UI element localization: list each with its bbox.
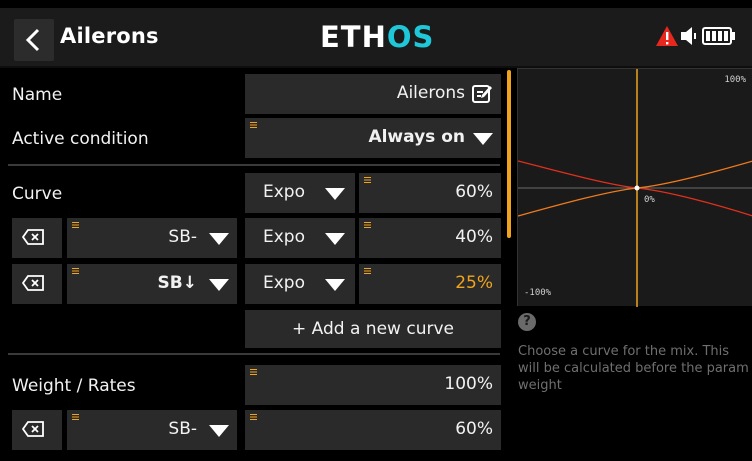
curve-value-field[interactable]: 40% bbox=[359, 218, 501, 258]
clear-button[interactable] bbox=[12, 264, 62, 304]
name-value: Ailerons bbox=[396, 83, 465, 103]
divider bbox=[8, 164, 500, 166]
curve-type-value: Expo bbox=[263, 182, 305, 202]
back-button[interactable] bbox=[14, 19, 54, 61]
screen-title: Ailerons bbox=[60, 24, 159, 48]
curve-value: 60% bbox=[455, 182, 493, 202]
graph-center-label: 0% bbox=[644, 195, 655, 205]
curve-value: 25% bbox=[455, 273, 493, 293]
drag-handle-icon bbox=[72, 222, 79, 228]
weight-value: 60% bbox=[455, 419, 493, 439]
drag-handle-icon bbox=[72, 268, 79, 274]
curve-switch-value: SB- bbox=[168, 227, 197, 247]
curve-type-select[interactable]: Expo bbox=[245, 264, 355, 304]
edit-icon bbox=[472, 85, 492, 103]
clear-icon bbox=[22, 275, 44, 291]
drag-handle-icon bbox=[364, 177, 371, 183]
weight-value-field[interactable]: 100% bbox=[245, 365, 501, 405]
curve-type-value: Expo bbox=[263, 273, 305, 293]
chevron-down-icon bbox=[325, 233, 345, 245]
weight-switch-value: SB- bbox=[168, 419, 197, 439]
drag-handle-icon bbox=[250, 414, 257, 420]
curve-value-field-active[interactable]: 25% bbox=[359, 264, 501, 304]
clear-icon bbox=[22, 229, 44, 245]
chevron-down-icon bbox=[209, 279, 229, 291]
add-curve-button[interactable]: + Add a new curve bbox=[245, 310, 501, 348]
chevron-down-icon bbox=[473, 133, 493, 145]
ethos-logo: ETHOS bbox=[320, 20, 434, 54]
curve-value: 40% bbox=[455, 227, 493, 247]
help-icon: ? bbox=[518, 313, 536, 331]
weight-value: 100% bbox=[444, 374, 493, 394]
curve-graph: 100% 0% -100% bbox=[517, 68, 752, 307]
weight-value-field[interactable]: 60% bbox=[245, 410, 501, 450]
drag-handle-icon bbox=[364, 222, 371, 228]
name-field[interactable]: Ailerons bbox=[245, 74, 501, 114]
weight-label: Weight / Rates bbox=[12, 376, 136, 396]
clear-button[interactable] bbox=[12, 218, 62, 258]
curve-label: Curve bbox=[12, 184, 63, 204]
weight-switch-select[interactable]: SB- bbox=[67, 410, 237, 450]
active-condition-select[interactable]: Always on bbox=[245, 118, 501, 158]
curve-value-field[interactable]: 60% bbox=[359, 173, 501, 213]
active-condition-value: Always on bbox=[368, 127, 465, 147]
speaker-icon[interactable] bbox=[679, 25, 699, 47]
curve-switch-value: SB↓ bbox=[157, 273, 197, 293]
curve-type-select[interactable]: Expo bbox=[245, 173, 355, 213]
help-text: Choose a curve for the mix. This will be… bbox=[518, 344, 749, 393]
logo-part1: ETH bbox=[320, 20, 387, 54]
chevron-down-icon bbox=[209, 233, 229, 245]
clear-button[interactable] bbox=[12, 410, 62, 450]
curve-point bbox=[634, 185, 640, 191]
chevron-down-icon bbox=[209, 425, 229, 437]
clear-icon bbox=[22, 421, 44, 437]
divider bbox=[8, 353, 500, 355]
back-icon bbox=[25, 28, 40, 52]
drag-handle-icon bbox=[364, 268, 371, 274]
chevron-down-icon bbox=[325, 188, 345, 200]
curve-type-select[interactable]: Expo bbox=[245, 218, 355, 258]
curve-plot bbox=[518, 69, 752, 307]
drag-handle-icon bbox=[250, 369, 257, 375]
graph-bottom-label: -100% bbox=[524, 288, 552, 298]
curve-switch-select[interactable]: SB- bbox=[67, 218, 237, 258]
active-condition-label: Active condition bbox=[12, 129, 149, 149]
curve-switch-select[interactable]: SB↓ bbox=[67, 264, 237, 304]
chevron-down-icon bbox=[325, 279, 345, 291]
curve-type-value: Expo bbox=[263, 227, 305, 247]
warning-icon[interactable] bbox=[655, 25, 679, 47]
logo-part2: OS bbox=[386, 20, 435, 54]
graph-top-label: 100% bbox=[724, 75, 746, 85]
name-label: Name bbox=[12, 85, 63, 105]
scrollbar-thumb[interactable] bbox=[507, 70, 511, 238]
battery-icon bbox=[702, 27, 735, 45]
drag-handle-icon bbox=[250, 122, 257, 128]
drag-handle-icon bbox=[72, 414, 79, 420]
